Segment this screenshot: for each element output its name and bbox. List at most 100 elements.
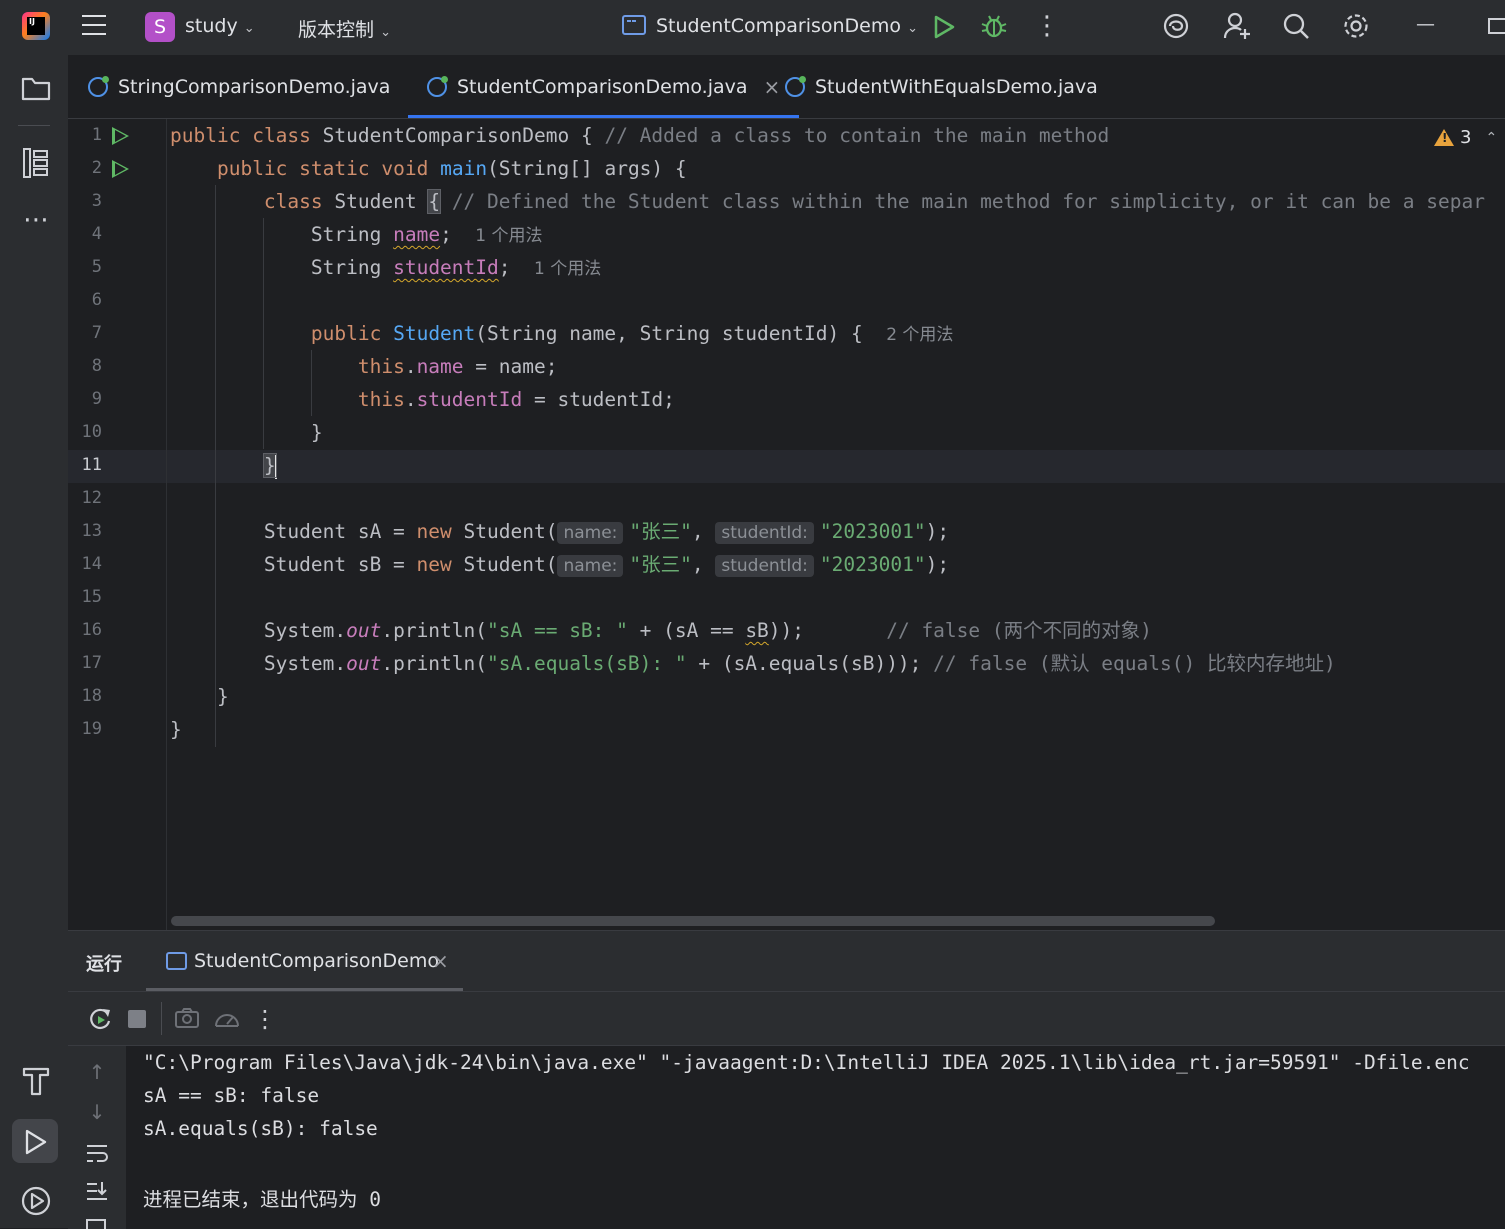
arrow-up-icon[interactable]: ↑ (84, 1060, 110, 1084)
run-panel-title: 运行 (86, 954, 122, 975)
intellij-logo-icon[interactable]: IJ (22, 12, 50, 40)
project-name: study (185, 15, 238, 37)
java-class-icon (88, 75, 109, 97)
camera-icon[interactable] (174, 1006, 200, 1030)
line-number: 2 (91, 158, 102, 178)
text-caret (274, 454, 277, 479)
close-icon[interactable]: × (764, 75, 781, 99)
line-number: 3 (91, 191, 102, 211)
tab-student-with-equals-demo[interactable]: StudentWithEqualsDemo.java (785, 55, 1098, 118)
maximize-button[interactable] (1488, 18, 1505, 34)
hamburger-menu-icon[interactable] (82, 15, 106, 37)
rerun-icon[interactable] (87, 1006, 113, 1032)
add-user-icon[interactable] (1222, 11, 1252, 41)
gear-icon[interactable] (1341, 11, 1371, 41)
run-tab[interactable]: StudentComparisonDemo × (146, 931, 463, 991)
run-toolbar: ⋮ (68, 992, 1505, 1046)
line-number: 13 (81, 521, 102, 541)
debug-icon[interactable] (980, 12, 1008, 40)
arrow-down-icon[interactable]: ↓ (84, 1100, 110, 1124)
left-tool-strip: ⋯ (0, 55, 69, 1228)
run-tool-icon (25, 1129, 47, 1155)
more-vertical-icon[interactable]: ⋮ (1034, 13, 1060, 39)
line-number: 10 (81, 422, 102, 442)
usage-hint[interactable]: 1 个用法 (475, 226, 542, 246)
chevron-up-icon[interactable]: ⌃ (1485, 130, 1497, 146)
console-line: sA.equals(sB): false (143, 1117, 378, 1140)
code-editor[interactable]: 12345678910111213141516171819 3 ⌃ public… (68, 119, 1505, 930)
more-vertical-icon[interactable]: ⋮ (253, 1006, 277, 1032)
stop-icon[interactable] (128, 1010, 146, 1028)
run-configuration-selector[interactable]: StudentComparisonDemo ⌄ (656, 15, 918, 37)
structure-icon[interactable] (22, 147, 50, 179)
code-line: String studentId; 1 个用法 (310, 256, 602, 279)
console-line: sA == sB: false (143, 1084, 320, 1107)
line-number: 9 (91, 389, 102, 409)
chevron-down-icon: ⌄ (243, 21, 255, 36)
line-number: 18 (81, 686, 102, 706)
line-number: 5 (91, 257, 102, 277)
tab-label: StudentComparisonDemo.java (457, 75, 748, 98)
line-number: 11 (81, 455, 102, 475)
tab-label: StringComparisonDemo.java (118, 75, 391, 98)
project-selector[interactable]: study ⌄ (185, 15, 255, 37)
horizontal-scrollbar[interactable] (171, 916, 1215, 926)
services-icon[interactable] (20, 1185, 52, 1217)
warning-icon (1434, 129, 1454, 146)
line-number: 7 (91, 323, 102, 343)
profiler-icon[interactable] (213, 1006, 241, 1032)
tab-string-comparison-demo[interactable]: StringComparisonDemo.java (88, 55, 390, 118)
line-gutter: 1 2 3 4 5 6 7 8 9 10 11 12 13 14 15 16 17 18 19 (68, 119, 167, 930)
minimize-button[interactable]: — (1416, 13, 1435, 35)
param-hint: studentId: (715, 522, 814, 544)
console-side-toolbar: ↑ ↓ (68, 1046, 126, 1229)
editor-tabs: StringComparisonDemo.java StudentCompari… (68, 55, 1505, 119)
folder-icon[interactable] (21, 75, 51, 101)
hammer-icon[interactable] (21, 1065, 51, 1097)
line-number: 16 (81, 620, 102, 640)
code-line: } (170, 718, 182, 741)
code-line: this.name = name; (357, 355, 558, 378)
run-tab-label: StudentComparisonDemo (194, 950, 440, 972)
code-line: } (262, 453, 277, 479)
current-line-highlight (68, 450, 1505, 483)
line-number: 19 (81, 719, 102, 739)
code-line: Student sB = new Student(name: "张三", stud… (263, 553, 950, 577)
code-line: class Student { // Defined the Student c… (263, 189, 1485, 214)
close-icon[interactable]: × (432, 949, 449, 973)
title-bar: IJ S study ⌄ 版本控制 ⌄ StudentComparisonDem… (0, 0, 1505, 55)
line-number: 1 (91, 125, 102, 145)
line-number: 15 (81, 587, 102, 607)
chevron-down-icon: ⌄ (907, 21, 918, 36)
tab-label: StudentWithEqualsDemo.java (815, 75, 1098, 98)
usage-hint[interactable]: 2 个用法 (886, 325, 953, 345)
tab-student-comparison-demo[interactable]: StudentComparisonDemo.java × (408, 55, 800, 118)
run-configuration-icon (622, 15, 646, 35)
run-panel-header: 运行 StudentComparisonDemo × (68, 931, 1505, 992)
code-line: public class StudentComparisonDemo { // … (170, 124, 1110, 147)
vcs-menu[interactable]: 版本控制 ⌄ (298, 15, 391, 42)
ai-assistant-icon[interactable] (1162, 12, 1190, 40)
run-panel: 运行 StudentComparisonDemo × ⋮ ↑ ↓ "C:\Pro… (68, 930, 1505, 1229)
run-icon[interactable] (932, 14, 956, 40)
warning-count: 3 (1460, 127, 1472, 148)
search-icon[interactable] (1282, 12, 1310, 40)
line-number: 8 (91, 356, 102, 376)
more-horizontal-icon[interactable]: ⋯ (22, 207, 50, 233)
soft-wrap-icon[interactable] (85, 1142, 109, 1164)
line-number: 17 (81, 653, 102, 673)
console-line: "C:\Program Files\Java\jdk-24\bin\java.e… (143, 1051, 1470, 1074)
run-gutter-icon[interactable] (112, 160, 129, 178)
scroll-to-end-icon[interactable] (85, 1180, 109, 1202)
run-gutter-icon[interactable] (112, 127, 129, 145)
strip-divider (18, 125, 50, 126)
vcs-label: 版本控制 (298, 19, 375, 41)
code-line: String name; 1 个用法 (310, 223, 543, 246)
line-number: 4 (91, 224, 102, 244)
usage-hint[interactable]: 1 个用法 (534, 259, 601, 279)
run-tool-button[interactable] (12, 1119, 58, 1163)
code-line: Student sA = new Student(name: "张三", stud… (263, 520, 950, 544)
warnings-indicator[interactable]: 3 ⌃ (1434, 127, 1497, 148)
project-badge[interactable]: S (145, 12, 175, 42)
line-number: 14 (81, 554, 102, 574)
